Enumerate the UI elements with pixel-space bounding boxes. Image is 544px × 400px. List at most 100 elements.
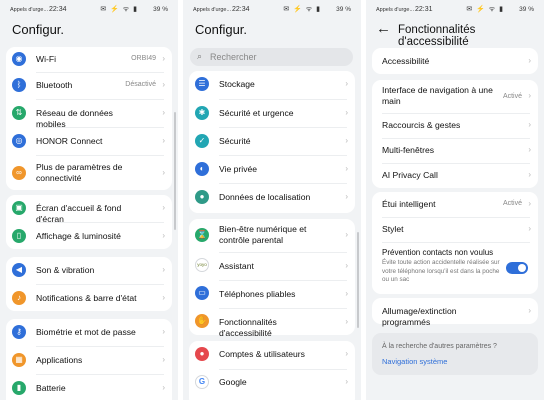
status-bar: Appels d'urge... 22:34 ✉ ⚡ ᯤ ▮ 39 % bbox=[0, 0, 178, 20]
settings-item-biometrics[interactable]: ⚷ Biométrie et mot de passe › bbox=[6, 319, 172, 345]
settings-item-honor-connect[interactable]: ◎ HONOR Connect › bbox=[6, 129, 172, 153]
settings-item-accessibility[interactable]: Accessibilité › bbox=[372, 48, 538, 74]
assistant-icon: yoyo bbox=[195, 258, 209, 272]
settings-item-shortcuts[interactable]: Raccourcis & gestes › bbox=[372, 113, 538, 137]
settings-item-bluetooth[interactable]: ᛒ Bluetooth Désactivé › bbox=[6, 73, 172, 97]
settings-item-one-hand[interactable]: Interface de navigation à une main Activ… bbox=[372, 80, 538, 112]
settings-item-scheduled-power[interactable]: Allumage/extinction programmés › bbox=[372, 298, 538, 327]
back-arrow-icon[interactable]: ← bbox=[376, 20, 391, 37]
scrollbar[interactable] bbox=[174, 112, 176, 230]
settings-item-storage[interactable]: ☰ Stockage › bbox=[189, 71, 355, 98]
chevron-right-icon: › bbox=[345, 230, 348, 239]
settings-item-security[interactable]: ✓ Sécurité › bbox=[189, 127, 355, 154]
chevron-right-icon: › bbox=[162, 383, 165, 392]
honor-connect-icon: ◎ bbox=[12, 134, 26, 148]
settings-item-wellbeing[interactable]: ⌛ Bien-être numérique et contrôle parent… bbox=[189, 219, 355, 251]
case-stylus-card: Étui intelligent Activé › Stylet › Préve… bbox=[372, 192, 538, 294]
connectivity-card: ◉ Wi-Fi ORBI49 › ᛒ Bluetooth Désactivé ›… bbox=[6, 47, 172, 190]
settings-item-home-screen[interactable]: ▣ Écran d'accueil & fond d'écran › bbox=[6, 195, 172, 224]
settings-item-label: Données de localisation bbox=[219, 192, 311, 202]
sound-icon: ◀ bbox=[12, 263, 26, 277]
settings-item-emergency[interactable]: ✱ Sécurité et urgence › bbox=[189, 99, 355, 126]
status-bar: Appels d'urge... 22:34 ✉ ⚡ ᯤ ▮ 39 % bbox=[183, 0, 361, 20]
chevron-right-icon: › bbox=[162, 168, 165, 177]
smart-case-value: Activé bbox=[502, 200, 522, 207]
settings-item-label: Son & vibration bbox=[36, 265, 95, 275]
settings-item-battery[interactable]: ▮ Batterie › bbox=[6, 375, 172, 400]
settings-item-applications[interactable]: ▦ Applications › bbox=[6, 347, 172, 373]
settings-item-label: Prévention contacts non voulus bbox=[382, 248, 494, 257]
system-navigation-link[interactable]: Navigation système bbox=[382, 357, 447, 366]
settings-item-label: HONOR Connect bbox=[36, 136, 103, 146]
accessibility-panel: Appels d'urge... 22:31 ✉ ⚡ ᯤ ▮ 39 % ← Fo… bbox=[366, 0, 544, 400]
settings-item-label: Comptes & utilisateurs bbox=[219, 349, 305, 359]
chevron-right-icon: › bbox=[528, 56, 531, 65]
settings-item-multi-window[interactable]: Multi-fenêtres › bbox=[372, 138, 538, 162]
security-icon: ✓ bbox=[195, 134, 209, 148]
clock: 22:34 bbox=[49, 6, 67, 13]
page-title: Configur. bbox=[12, 22, 65, 37]
battery-level: 39 % bbox=[519, 6, 534, 13]
clock: 22:31 bbox=[415, 6, 433, 13]
location-icon: ● bbox=[195, 190, 209, 204]
wifi-value: ORBI49 bbox=[131, 55, 156, 62]
wifi-icon: ◉ bbox=[12, 52, 26, 66]
search-input[interactable]: ⌕ Rechercher bbox=[190, 48, 353, 66]
settings-item-label: Applications bbox=[36, 355, 83, 365]
settings-item-privacy[interactable]: ◐ Vie privée › bbox=[189, 155, 355, 182]
chevron-right-icon: › bbox=[345, 261, 348, 270]
pocket-mode-toggle[interactable] bbox=[506, 262, 528, 274]
settings-item-mobile-data[interactable]: ⇅ Réseau de données mobiles › bbox=[6, 101, 172, 129]
scrollbar[interactable] bbox=[357, 232, 359, 328]
search-icon: ⌕ bbox=[197, 51, 203, 61]
settings-item-assistant[interactable]: yoyo Assistant › bbox=[189, 252, 355, 279]
settings-item-pocket-mode: Prévention contacts non voulus Évite tou… bbox=[372, 242, 538, 294]
navigation-card: Interface de navigation à une main Activ… bbox=[372, 80, 538, 188]
chevron-right-icon: › bbox=[528, 199, 531, 208]
chevron-right-icon: › bbox=[345, 164, 348, 173]
settings-item-notifications[interactable]: ♪ Notifications & barre d'état › bbox=[6, 285, 172, 311]
settings-item-wifi[interactable]: ◉ Wi-Fi ORBI49 › bbox=[6, 47, 172, 71]
chevron-right-icon: › bbox=[528, 170, 531, 179]
settings-item-more-connectivity[interactable]: ∞ Plus de paramètres de connectivité › bbox=[6, 157, 172, 189]
sound-card: ◀ Son & vibration › ♪ Notifications & ba… bbox=[6, 257, 172, 311]
chevron-right-icon: › bbox=[162, 203, 165, 212]
settings-item-ai-privacy-call[interactable]: AI Privacy Call › bbox=[372, 163, 538, 187]
chevron-right-icon: › bbox=[162, 54, 165, 63]
wellbeing-icon: ⌛ bbox=[195, 228, 209, 242]
settings-item-label: Notifications & barre d'état bbox=[36, 293, 137, 303]
settings-item-label: Interface de navigation à une main bbox=[382, 85, 493, 106]
settings-item-stylus[interactable]: Stylet › bbox=[372, 217, 538, 241]
settings-item-label: Étui intelligent bbox=[382, 199, 436, 209]
carrier-text: Appels d'urge... bbox=[10, 7, 49, 13]
chevron-right-icon: › bbox=[345, 377, 348, 386]
settings-item-label: Bien-être numérique et contrôle parental bbox=[219, 224, 307, 245]
settings-item-label: Raccourcis & gestes bbox=[382, 120, 461, 130]
settings-item-foldable[interactable]: ▭ Téléphones pliables › bbox=[189, 280, 355, 307]
privacy-icon: ◐ bbox=[195, 162, 209, 176]
settings-item-label: Fonctionnalités d'accessibilité bbox=[219, 317, 277, 338]
chevron-right-icon: › bbox=[162, 108, 165, 117]
settings-item-accessibility[interactable]: ✋ Fonctionnalités d'accessibilité › bbox=[189, 308, 355, 338]
settings-item-sound[interactable]: ◀ Son & vibration › bbox=[6, 257, 172, 283]
settings-item-label: Batterie bbox=[36, 383, 66, 393]
settings-item-label: Téléphones pliables bbox=[219, 289, 296, 299]
settings-item-accounts[interactable]: ● Comptes & utilisateurs › bbox=[189, 341, 355, 368]
chevron-right-icon: › bbox=[345, 349, 348, 358]
security-apps-card: ⚷ Biométrie et mot de passe › ▦ Applicat… bbox=[6, 319, 172, 400]
display-card: ▣ Écran d'accueil & fond d'écran › ▯ Aff… bbox=[6, 195, 172, 249]
wellbeing-card: ⌛ Bien-être numérique et contrôle parent… bbox=[189, 219, 355, 338]
status-icons: ✉ ⚡ ᯤ ▮ bbox=[100, 6, 138, 13]
chevron-right-icon: › bbox=[345, 108, 348, 117]
accessibility-icon: ✋ bbox=[195, 314, 209, 328]
chevron-right-icon: › bbox=[345, 192, 348, 201]
settings-item-smart-case[interactable]: Étui intelligent Activé › bbox=[372, 192, 538, 216]
pocket-mode-description: Évite toute action accidentelle réalisée… bbox=[382, 259, 500, 283]
chevron-right-icon: › bbox=[162, 231, 165, 240]
settings-item-location[interactable]: ● Données de localisation › bbox=[189, 183, 355, 211]
notifications-icon: ♪ bbox=[12, 291, 26, 305]
settings-item-label: Stylet bbox=[382, 224, 404, 234]
settings-item-google[interactable]: G Google › bbox=[189, 369, 355, 397]
settings-item-display[interactable]: ▯ Affichage & luminosité › bbox=[6, 223, 172, 249]
settings-item-label: Sécurité et urgence bbox=[219, 108, 294, 118]
